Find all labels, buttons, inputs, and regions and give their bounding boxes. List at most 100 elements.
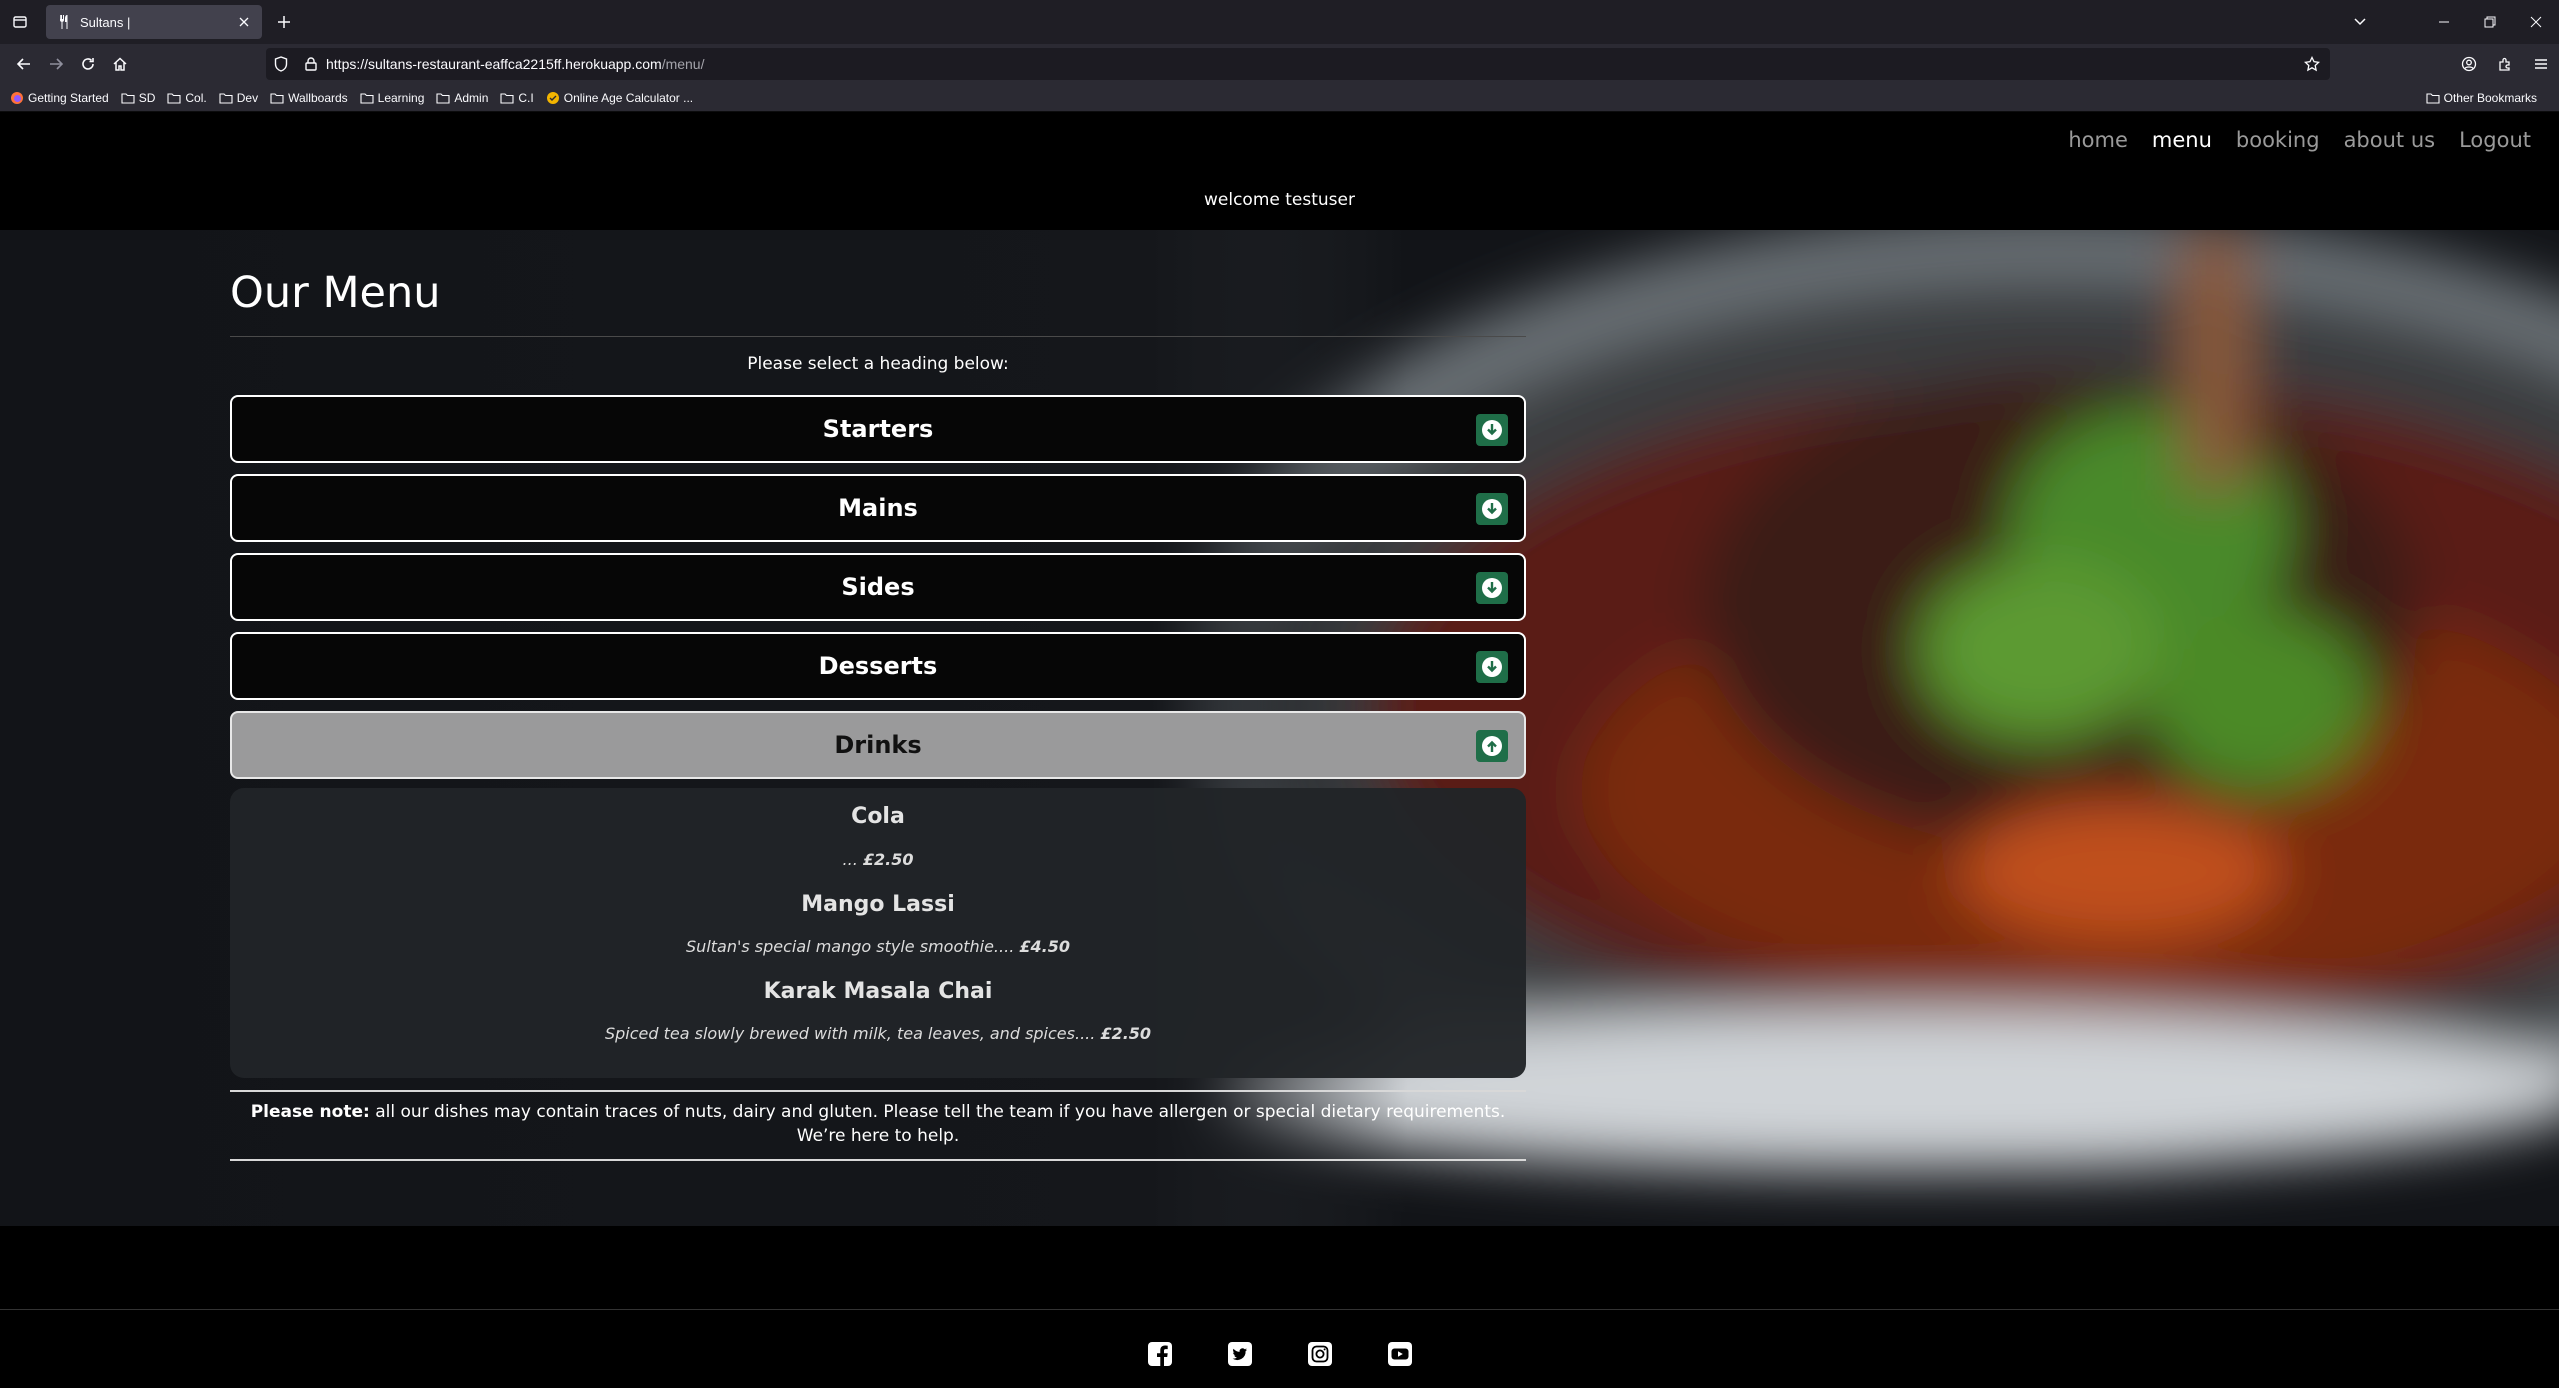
address-bar[interactable]: https://sultans-restaurant-eaffca2215ff.… — [266, 48, 2330, 80]
folder-icon — [167, 91, 181, 105]
accordion-starters[interactable]: Starters — [230, 395, 1526, 463]
bookmark-star-icon[interactable] — [2294, 56, 2330, 72]
tab-overflow-chevron-icon[interactable] — [2346, 0, 2374, 44]
site-nav: home menu booking about us Logout — [2056, 128, 2543, 152]
youtube-icon[interactable] — [1386, 1340, 1414, 1368]
accordion-sides[interactable]: Sides — [230, 553, 1526, 621]
bookmark-folder[interactable]: C.I — [500, 90, 534, 105]
twitter-icon[interactable] — [1226, 1340, 1254, 1368]
tracking-shield-icon[interactable] — [266, 48, 296, 80]
bookmark-label: Col. — [185, 90, 207, 105]
folder-icon — [436, 91, 450, 105]
home-icon[interactable] — [104, 48, 136, 80]
item-description-text: Spiced tea slowly brewed with milk, tea … — [604, 1024, 1096, 1043]
page-title: Our Menu — [230, 268, 441, 318]
bookmark-label: C.I — [518, 90, 534, 105]
folder-icon — [500, 91, 514, 105]
close-tab-icon[interactable] — [236, 14, 252, 30]
url-path: /menu/ — [661, 56, 705, 72]
accordion-mains[interactable]: Mains — [230, 474, 1526, 542]
site-footer — [0, 1309, 2559, 1388]
bookmark-label: SD — [138, 90, 156, 105]
accordion-desserts[interactable]: Desserts — [230, 632, 1526, 700]
other-bookmarks[interactable]: Other Bookmarks — [2426, 84, 2537, 112]
bookmark-label: Dev — [236, 90, 259, 105]
menu-instruction: Please select a heading below: — [747, 354, 1009, 374]
account-icon[interactable] — [2451, 44, 2487, 84]
folder-icon — [360, 91, 374, 105]
arrow-down-icon — [1476, 493, 1508, 525]
site-header: home menu booking about us Logout welcom… — [0, 112, 2559, 230]
arrow-down-icon — [1476, 651, 1508, 683]
instagram-icon[interactable] — [1306, 1340, 1334, 1368]
menu-item-description: Spiced tea slowly brewed with milk, tea … — [230, 1024, 1526, 1043]
welcome-message: welcome testuser — [1204, 190, 1355, 210]
menu-hero: Our Menu Please select a heading below: … — [0, 230, 2559, 1226]
accordion-label: Starters — [822, 415, 934, 443]
forward-arrow-icon[interactable] — [40, 48, 72, 80]
accordion-label: Sides — [841, 573, 915, 601]
note-label: Please note: — [250, 1102, 370, 1122]
bookmark-folder[interactable]: Learning — [360, 91, 424, 105]
nav-link-booking[interactable]: booking — [2224, 128, 2332, 152]
lock-icon[interactable] — [296, 48, 326, 80]
bookmark-label: Getting Started — [28, 90, 109, 105]
arrow-down-icon — [1476, 572, 1508, 604]
hamburger-menu-icon[interactable] — [2523, 44, 2559, 84]
item-price: £2.50 — [1100, 1024, 1152, 1043]
bookmark-folder[interactable]: Admin — [436, 91, 488, 105]
folder-icon — [2426, 91, 2440, 105]
bookmarks-toolbar: Getting Started SD Col. Dev Wallboards L… — [0, 84, 2559, 112]
browser-navigation-bar: https://sultans-restaurant-eaffca2215ff.… — [0, 44, 2559, 84]
social-links — [0, 1340, 2559, 1368]
nav-link-logout[interactable]: Logout — [2447, 128, 2543, 152]
folder-icon — [121, 91, 135, 105]
restore-icon[interactable] — [2467, 0, 2513, 44]
menu-item-description: ... £2.50 — [230, 850, 1526, 869]
bookmark-folder[interactable]: Col. — [167, 90, 207, 105]
other-bookmarks-label: Other Bookmarks — [2443, 91, 2537, 105]
browser-tab[interactable]: Sultans | — [46, 5, 262, 39]
minimize-icon[interactable] — [2421, 0, 2467, 44]
drinks-panel: Cola ... £2.50 Mango Lassi Sultan's spec… — [230, 788, 1526, 1078]
bookmark-item[interactable]: Online Age Calculator ... — [546, 91, 693, 105]
folder-icon — [219, 91, 233, 105]
item-price: £2.50 — [862, 850, 914, 869]
new-tab-icon[interactable] — [266, 4, 302, 40]
menu-item-name: Karak Masala Chai — [763, 979, 993, 1004]
accordion-label: Mains — [838, 494, 918, 522]
bookmark-label: Wallboards — [288, 90, 348, 105]
bookmark-folder[interactable]: Dev — [219, 91, 258, 105]
url-text[interactable]: https://sultans-restaurant-eaffca2215ff.… — [326, 56, 2294, 72]
tab-list-icon[interactable] — [0, 0, 40, 44]
nav-link-home[interactable]: home — [2056, 128, 2140, 152]
browser-tab-bar: Sultans | — [0, 0, 2559, 44]
bookmark-item[interactable]: Getting Started — [10, 91, 109, 105]
bookmark-folder[interactable]: SD — [121, 90, 156, 105]
accordion-label: Drinks — [834, 731, 922, 759]
nav-link-menu[interactable]: menu — [2140, 128, 2224, 152]
extensions-icon[interactable] — [2487, 44, 2523, 84]
item-description-text: Sultan's special mango style smoothie...… — [686, 937, 1015, 956]
facebook-icon[interactable] — [1146, 1340, 1174, 1368]
arrow-down-icon — [1476, 414, 1508, 446]
close-window-icon[interactable] — [2513, 0, 2559, 44]
menu-item-name: Mango Lassi — [801, 892, 955, 917]
toolbar-right — [2451, 44, 2559, 84]
note-divider-top — [230, 1090, 1526, 1092]
note-divider-bottom — [230, 1159, 1526, 1161]
item-price: £4.50 — [1019, 937, 1070, 956]
bookmark-folder[interactable]: Wallboards — [270, 91, 348, 105]
accordion-label: Desserts — [818, 652, 938, 680]
window-controls — [2421, 0, 2559, 44]
calculator-icon — [546, 91, 560, 105]
back-arrow-icon[interactable] — [8, 48, 40, 80]
allergen-note: Please note: all our dishes may contain … — [230, 1100, 1526, 1148]
folder-icon — [270, 91, 284, 105]
tab-title: Sultans | — [80, 14, 131, 30]
accordion-drinks[interactable]: Drinks — [230, 711, 1526, 779]
menu-item-description: Sultan's special mango style smoothie...… — [230, 937, 1526, 956]
nav-link-about-us[interactable]: about us — [2332, 128, 2448, 152]
reload-icon[interactable] — [72, 48, 104, 80]
menu-item-name: Cola — [851, 804, 905, 829]
